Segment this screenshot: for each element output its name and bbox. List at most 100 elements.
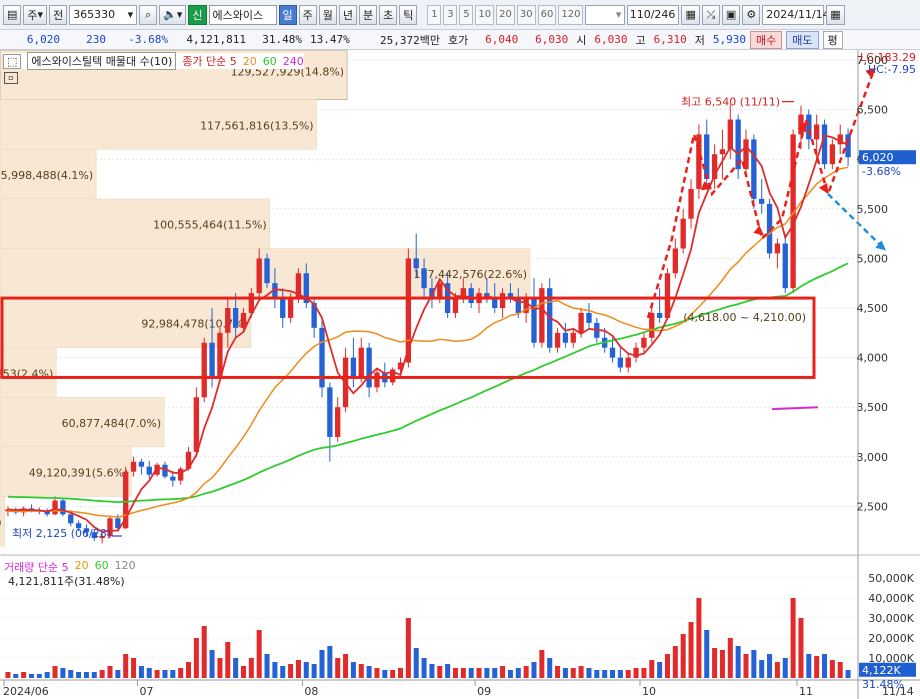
period-tab-week[interactable]: 주 (298, 4, 317, 25)
volume-bar (398, 668, 404, 678)
volume-bar (68, 670, 74, 678)
average-button[interactable]: 평 (822, 30, 843, 49)
sound-icon[interactable]: 🔈▾ (159, 4, 187, 25)
grid-icon[interactable]: ▦ (681, 4, 700, 25)
time-tick-label: 11/14 (882, 685, 914, 698)
candle-body (177, 468, 184, 481)
period-tab-year[interactable]: 년 (338, 4, 358, 25)
candle-body (421, 268, 427, 289)
ma60-label[interactable]: 60 (263, 55, 277, 68)
window-menu-icon[interactable]: ▤ (3, 4, 22, 25)
candle-body (264, 258, 270, 284)
candle-body (350, 357, 357, 378)
sell-button[interactable]: 매도 (786, 30, 819, 49)
trade-amount: 25,372백만 (380, 33, 440, 47)
candle-body (452, 298, 459, 313)
volume-bar (28, 674, 34, 678)
volume-bar (555, 666, 561, 678)
candle-body (554, 332, 561, 348)
candle-body (201, 342, 207, 398)
volume-bar (476, 668, 482, 678)
candle-body (617, 357, 624, 368)
time-tick-label: 11 (799, 685, 813, 698)
ma-title[interactable]: 종가 단순 5 (182, 53, 236, 69)
low-price: 5,930 (712, 33, 746, 46)
interval-10[interactable]: 10 (475, 4, 495, 25)
calendar-icon[interactable]: ▦ (826, 4, 845, 25)
volume-bar (774, 662, 780, 678)
volume-bar (680, 634, 686, 678)
candle-body (806, 114, 812, 140)
candle-body (374, 372, 380, 388)
candle-body (813, 124, 820, 140)
volume-bar (570, 668, 576, 678)
candle-body (782, 243, 788, 289)
interval-1[interactable]: 1 (427, 4, 442, 25)
save-icon[interactable]: ▣ (721, 4, 741, 25)
period-tab-minute[interactable]: 분 (359, 4, 378, 25)
volume-bar (625, 670, 631, 678)
interval-30[interactable]: 30 (516, 4, 536, 25)
candle-body (413, 258, 419, 269)
ma20-label[interactable]: 20 (243, 55, 257, 68)
volume-bar (366, 666, 372, 678)
volume-bar (280, 666, 286, 678)
candle-body (130, 461, 137, 472)
candle-body (727, 119, 733, 150)
candle-body (821, 124, 828, 165)
bid-price-1: 6,040 (485, 33, 519, 46)
buy-button[interactable]: 매수 (750, 30, 783, 49)
market-select[interactable]: 주 ▾ (23, 4, 48, 25)
volume-bar (445, 664, 451, 678)
high-annotation: 최고 6,540 (11/11) (681, 96, 780, 109)
candle-body (578, 312, 584, 333)
candle-body (759, 198, 765, 204)
volume-profile-label: 100,555,464(11.5%) (153, 218, 267, 231)
candle-body (704, 134, 710, 180)
interval-60[interactable]: 60 (537, 4, 557, 25)
volume-bar (617, 670, 623, 678)
low-annotation: 최저 2,125 (06/28) (12, 527, 111, 540)
interval-120[interactable]: 120 (558, 4, 584, 25)
volume-bar (649, 660, 655, 678)
interval-20[interactable]: 20 (496, 4, 515, 25)
candle-body (586, 312, 592, 323)
volume-bar (240, 666, 246, 678)
period-tab-tick[interactable]: 틱 (399, 4, 418, 25)
candle-body (146, 466, 152, 475)
price-tick-label: 3,000 (857, 451, 889, 464)
volume-profile-title[interactable]: 에스와이스틸텍 매물대 수(10) (27, 52, 177, 70)
market-label: 주 (27, 8, 38, 22)
stock-code-input[interactable]: 365330 ▾ (69, 4, 138, 25)
volume-bar (123, 654, 129, 678)
collapse-icon[interactable]: ▫ (4, 72, 18, 84)
ohlc-icon[interactable]: ⬚ (3, 53, 22, 69)
period-tab-month[interactable]: 월 (318, 4, 337, 25)
volume-bar (531, 662, 537, 678)
interval-5[interactable]: 5 (459, 4, 474, 25)
prev-button[interactable]: 전 (49, 4, 68, 25)
bid-label: 호가 (448, 33, 469, 47)
volume-bar (170, 670, 176, 678)
candle-body (719, 149, 726, 155)
candle-body (280, 298, 286, 318)
chart-tool-icon[interactable]: ⤯ (701, 4, 720, 25)
date-field[interactable]: 2024/11/14 (762, 4, 830, 25)
ma240-label[interactable]: 240 (283, 55, 304, 68)
period-tab-second[interactable]: 초 (379, 4, 398, 25)
time-tick-label: 08 (304, 685, 318, 698)
custom-interval-select[interactable]: ▾ (585, 4, 626, 25)
volume-bar (704, 630, 710, 678)
settings-icon[interactable]: ⚙ (742, 4, 761, 25)
quote-bar: 6,020 230 -3.68% 4,121,811 31.48% 13.47%… (0, 30, 920, 50)
price-chart[interactable]: 129,527,929(14.8%)117,561,816(13.5%)35,9… (0, 50, 920, 699)
volume-bar (350, 662, 356, 678)
period-tab-day[interactable]: 일 (278, 4, 297, 25)
search-icon[interactable]: ⌕ (139, 4, 158, 25)
volume-profile-label: 197,442,576(22.6%) (413, 268, 527, 281)
volume-bar (845, 670, 851, 678)
volume-bar (405, 618, 411, 678)
volume-bar (578, 666, 584, 678)
interval-3[interactable]: 3 (443, 4, 458, 25)
count-field[interactable]: 110/246 (627, 4, 680, 25)
